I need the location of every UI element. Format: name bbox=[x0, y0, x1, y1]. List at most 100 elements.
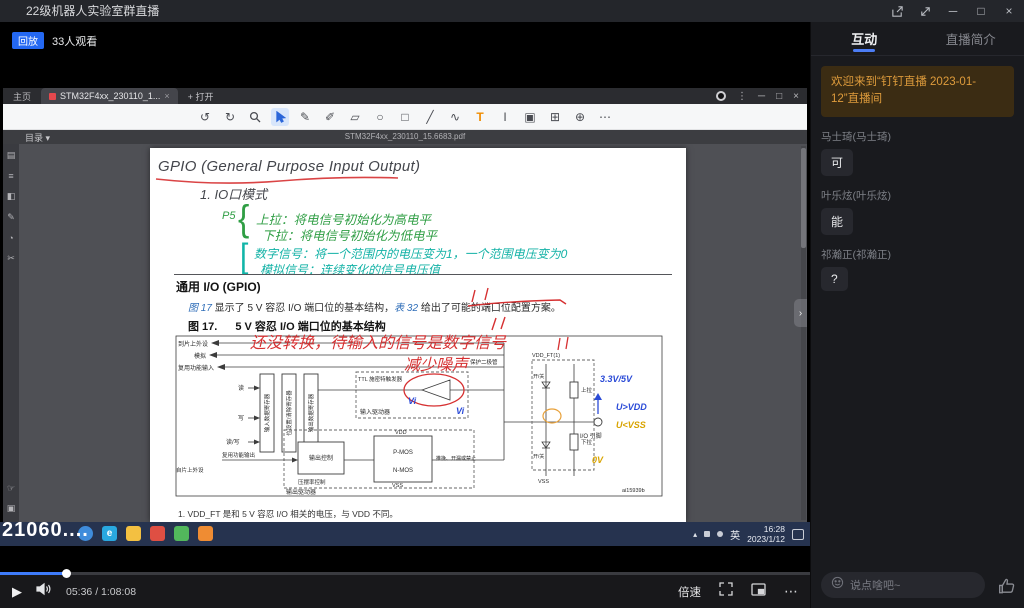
cursor-icon[interactable] bbox=[271, 108, 289, 126]
sidebar-icon-strip: ▤ ≡ ◧ ✎ ◔ ✂ ☞ ▣ bbox=[3, 144, 19, 522]
volume-icon[interactable] bbox=[36, 582, 52, 601]
outline-icon[interactable]: ≡ bbox=[8, 171, 13, 181]
taskbar-app-icon-5[interactable] bbox=[174, 526, 189, 541]
snip-icon[interactable]: ✂ bbox=[7, 253, 15, 264]
snapshot-icon[interactable]: ▣ bbox=[7, 503, 16, 514]
freehand-icon[interactable]: ∿ bbox=[446, 108, 464, 126]
body-paragraph: 图 17 显示了 5 V 容忍 I/O 端口位的基本结构，表 32 给出了可能的… bbox=[188, 299, 672, 314]
diagram-label-output-reg: 输出数据寄存器 bbox=[307, 393, 315, 432]
fullscreen-icon[interactable] bbox=[916, 2, 934, 20]
pdf-minimize-icon[interactable]: ─ bbox=[758, 91, 765, 102]
chat-input[interactable]: 说点啥吧~ bbox=[821, 572, 985, 598]
pdf-close-icon[interactable]: × bbox=[793, 91, 799, 102]
taskbar-app-icon-4[interactable] bbox=[150, 526, 165, 541]
highlighter-icon[interactable]: ✐ bbox=[321, 108, 339, 126]
emoji-icon[interactable] bbox=[831, 576, 844, 594]
pen-icon[interactable]: ✎ bbox=[296, 108, 314, 126]
annotation-icon[interactable]: ✎ bbox=[7, 212, 15, 223]
shape-circle-icon[interactable]: ○ bbox=[371, 108, 389, 126]
history-icon[interactable]: ◔ bbox=[8, 233, 13, 243]
viewer-count: 33人观看 bbox=[52, 33, 97, 49]
text-tool-icon[interactable]: T bbox=[471, 108, 489, 126]
diagram-label-af-input: 复用功能输入 bbox=[178, 364, 214, 372]
image-icon[interactable]: ▣ bbox=[521, 108, 539, 126]
diagram-label-write: 写 bbox=[238, 415, 244, 422]
video-area[interactable]: 回放 33人观看 主页 STM32F4xx_230110_1... × + 打开… bbox=[0, 22, 810, 572]
panel-expand-chevron[interactable]: › bbox=[794, 299, 807, 327]
playback-speed-button[interactable]: 倍速 bbox=[678, 584, 701, 600]
taskbar-app-icon-3[interactable] bbox=[126, 526, 141, 541]
maximize-icon[interactable]: □ bbox=[972, 2, 990, 20]
notification-center-icon[interactable] bbox=[792, 529, 804, 540]
hand-tool-icon[interactable]: ☞ bbox=[7, 483, 15, 494]
thumbnails-icon[interactable]: ▤ bbox=[7, 150, 16, 161]
pdf-app-window: 主页 STM32F4xx_230110_1... × + 打开 ⋮ ─ □ × … bbox=[3, 88, 807, 522]
window-controls: ─ □ × bbox=[888, 0, 1018, 22]
shape-line-icon[interactable]: ╱ bbox=[421, 108, 439, 126]
toolbar-more-icon[interactable]: ⋯ bbox=[596, 108, 614, 126]
diagram-label-output-driver: 输出驱动器 bbox=[286, 488, 316, 496]
taskbar-app-icon-6[interactable] bbox=[198, 526, 213, 541]
undo-icon[interactable]: ↺ bbox=[196, 108, 214, 126]
play-button[interactable]: ▶ bbox=[12, 584, 22, 600]
section-heading: 通用 I/O (GPIO) bbox=[176, 278, 261, 295]
diagram-label-protect: 保护二极管 bbox=[470, 358, 498, 366]
diagram-label-vdd: VDD bbox=[395, 430, 407, 436]
zoom-icon[interactable] bbox=[246, 108, 264, 126]
message-bubble: ? bbox=[821, 267, 848, 291]
menu-icon[interactable]: ⋮ bbox=[737, 91, 747, 102]
scrollbar-thumb[interactable] bbox=[801, 148, 806, 248]
open-file-button[interactable]: + 打开 bbox=[188, 90, 214, 103]
tray-icon-b[interactable] bbox=[717, 531, 723, 537]
chat-input-placeholder: 说点啥吧~ bbox=[850, 577, 900, 593]
more-options-icon[interactable]: ⋯ bbox=[784, 583, 798, 600]
share-icon[interactable] bbox=[888, 2, 906, 20]
app-window: 22级机器人实验室群直播 ─ □ × 回放 33人观看 主页 STM32 bbox=[0, 0, 1024, 608]
close-icon[interactable]: × bbox=[1000, 2, 1018, 20]
bookmark-icon[interactable]: ◧ bbox=[7, 191, 16, 202]
tab-live-intro[interactable]: 直播简介 bbox=[918, 22, 1024, 55]
pdf-tabbar: 主页 STM32F4xx_230110_1... × + 打开 ⋮ ─ □ × bbox=[3, 88, 807, 104]
diagram-label-nmos: N-MOS bbox=[393, 468, 413, 474]
avatar[interactable] bbox=[716, 91, 726, 101]
stream-status: 回放 33人观看 bbox=[12, 32, 97, 49]
tab-interaction[interactable]: 互动 bbox=[811, 22, 918, 55]
shape-rect-icon[interactable]: □ bbox=[396, 108, 414, 126]
like-button[interactable] bbox=[998, 577, 1016, 595]
ibeam-icon[interactable]: I bbox=[496, 108, 514, 126]
ime-indicator[interactable]: 英 bbox=[730, 527, 740, 542]
red-note-1: 还没转换，待输入的信号是数字信号 bbox=[250, 334, 507, 352]
fullscreen-player-icon[interactable] bbox=[719, 582, 733, 601]
redo-icon[interactable]: ↻ bbox=[221, 108, 239, 126]
minimize-icon[interactable]: ─ bbox=[944, 2, 962, 20]
diagram-label-onoff-down: 开/关 bbox=[533, 453, 544, 460]
tab-home[interactable]: 主页 bbox=[13, 90, 31, 103]
popout-icon[interactable] bbox=[751, 583, 766, 601]
figure-ref-link[interactable]: 图 17 bbox=[188, 303, 212, 314]
pdf-maximize-icon[interactable]: □ bbox=[776, 91, 782, 102]
red-tick-marks bbox=[558, 337, 568, 350]
blue-overvoltage-note: U>VDD bbox=[616, 402, 647, 412]
tab-document-label: STM32F4xx_230110_1... bbox=[60, 91, 160, 101]
window-titlebar: 22级机器人实验室群直播 ─ □ × bbox=[0, 0, 1024, 22]
eraser-icon[interactable]: ▱ bbox=[346, 108, 364, 126]
web-icon[interactable]: ⊕ bbox=[571, 108, 589, 126]
table-ref-link[interactable]: 表 32 bbox=[394, 303, 418, 314]
figure-footnote: 1. VDD_FT 是和 5 V 容忍 I/O 相关的电压，与 VDD 不同。 bbox=[178, 508, 398, 520]
pdf-window-controls: ⋮ ─ □ × bbox=[716, 88, 799, 104]
tab-close-icon[interactable]: × bbox=[164, 91, 169, 101]
diagram-label-slew: 压摆率控制 bbox=[298, 478, 326, 486]
taskbar-app-icon-2[interactable]: e bbox=[102, 526, 117, 541]
table-icon[interactable]: ⊞ bbox=[546, 108, 564, 126]
diagram-label-analog: 模拟 bbox=[194, 352, 206, 360]
tray-expand-icon[interactable]: ▴ bbox=[693, 530, 697, 539]
tab-document[interactable]: STM32F4xx_230110_1... × bbox=[41, 88, 178, 104]
tray-icon-a[interactable] bbox=[704, 531, 710, 537]
document-header: 目录 ▾ STM32F4xx_230110_15.6683.pdf bbox=[3, 130, 807, 144]
message-sender: 马士琦(马士琦) bbox=[821, 129, 1014, 144]
taskbar-clock[interactable]: 16:28 2023/1/12 bbox=[747, 524, 785, 544]
pdf-page: GPIO (General Purpose Input Output) 1. I… bbox=[150, 148, 686, 522]
diagram-label-vddft: VDD_FT(1) bbox=[532, 353, 560, 359]
diagram-label-bsrr-reg: 位设置/清除寄存器 bbox=[285, 390, 293, 436]
page-scrollbar[interactable] bbox=[801, 146, 806, 520]
